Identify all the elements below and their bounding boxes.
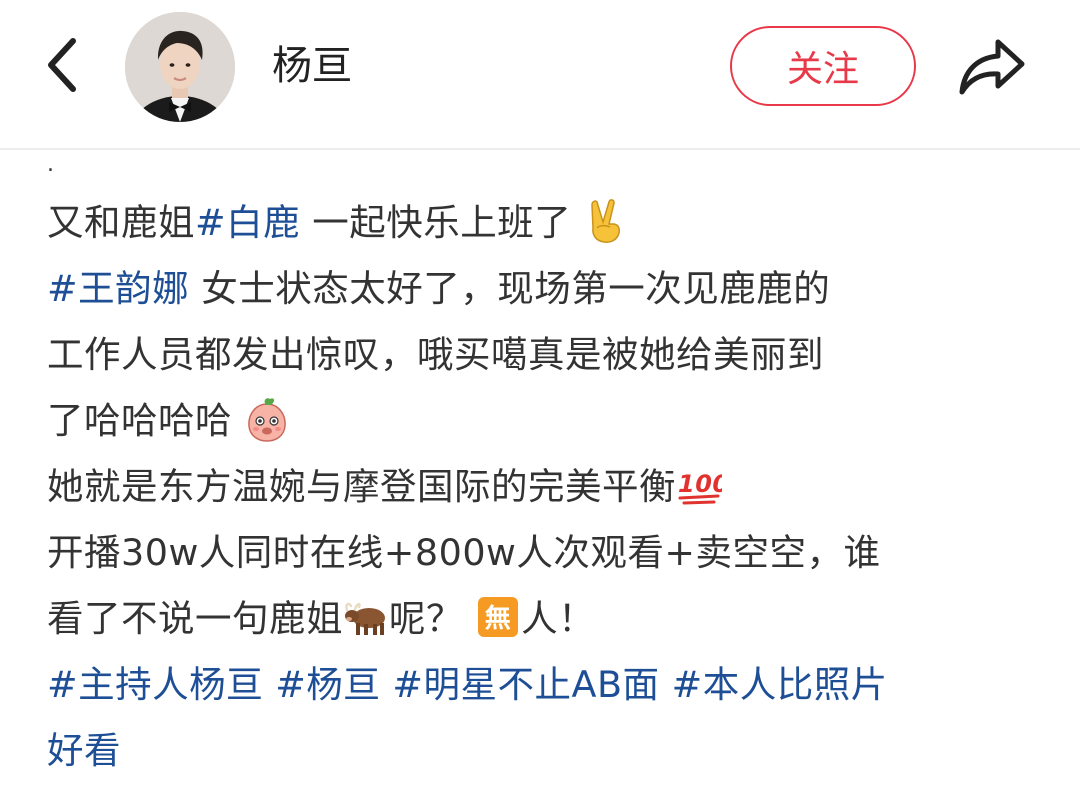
post-line: #王韵娜 女士状态太好了，现场第一次见鹿鹿的 bbox=[47, 256, 1047, 322]
post-text: 她就是东方温婉与摩登国际的完美平衡 bbox=[47, 465, 676, 508]
share-arrow-icon bbox=[959, 39, 1025, 95]
share-button[interactable] bbox=[950, 28, 1034, 104]
post-line: 工作人员都发出惊叹，哦买噶真是被她给美丽到 bbox=[47, 322, 1047, 388]
post-text: 呢？ bbox=[389, 597, 463, 640]
post-body: 又和鹿姐#白鹿 一起快乐上班了 #王韵娜 女士状态太好了，现场第一次见鹿鹿的 工… bbox=[47, 190, 1047, 784]
post-line: 开播30w人同时在线+800w人次观看+卖空空，谁 bbox=[47, 520, 1047, 586]
avatar-photo bbox=[125, 12, 235, 122]
victory-hand-emoji bbox=[591, 198, 621, 243]
hashtag-link[interactable]: #本人比照片 bbox=[672, 663, 888, 706]
post-text: 工作人员都发出惊叹，哦买噶真是被她给美丽到 bbox=[47, 333, 824, 376]
hashtag-link[interactable]: #主持人杨亘 bbox=[47, 663, 263, 706]
chevron-left-icon bbox=[48, 38, 76, 92]
hashtag-link[interactable]: #王韵娜 bbox=[47, 267, 189, 310]
post-text: 又和鹿姐 bbox=[47, 201, 195, 244]
post-line: 看了不说一句鹿姐 呢？ 無 人！ bbox=[47, 586, 1047, 652]
hashtag-link[interactable]: 好看 bbox=[47, 729, 121, 772]
post-text: 开播30w人同时在线+800w人次观看+卖空空，谁 bbox=[47, 531, 881, 574]
hashtag-link[interactable]: #杨亘 bbox=[275, 663, 380, 706]
peach-face-emoji bbox=[248, 397, 286, 442]
hundred-points-emoji: 100 bbox=[678, 470, 722, 504]
svg-text:100: 100 bbox=[678, 470, 722, 498]
post-text: 了哈哈哈哈 bbox=[47, 399, 232, 442]
post-line: 又和鹿姐#白鹿 一起快乐上班了 bbox=[47, 190, 1047, 256]
ox-emoji bbox=[345, 602, 385, 635]
follow-button[interactable]: 关注 bbox=[730, 26, 916, 106]
post-line: 了哈哈哈哈 bbox=[47, 388, 1047, 454]
no-sign-emoji: 無 bbox=[478, 596, 519, 637]
hashtag-link[interactable]: #明星不止AB面 bbox=[392, 663, 659, 706]
post-line: 她就是东方温婉与摩登国际的完美平衡 100 bbox=[47, 454, 1047, 520]
post-text: 女士状态太好了，现场第一次见鹿鹿的 bbox=[189, 267, 831, 310]
header-divider bbox=[0, 148, 1080, 150]
post-text: 一起快乐上班了 bbox=[300, 201, 572, 244]
post-text: 人！ bbox=[521, 597, 596, 640]
post-line: #主持人杨亘 #杨亘 #明星不止AB面 #本人比照片 bbox=[47, 652, 1047, 718]
hashtag-link[interactable]: #白鹿 bbox=[195, 201, 300, 244]
post-dot: . bbox=[47, 152, 54, 177]
top-bar: 杨亘 关注 bbox=[0, 0, 1080, 148]
post-line: 好看 bbox=[47, 718, 1047, 784]
username[interactable]: 杨亘 bbox=[272, 40, 352, 92]
avatar[interactable] bbox=[125, 12, 235, 122]
post-text: 看了不说一句鹿姐 bbox=[47, 597, 343, 640]
back-button[interactable] bbox=[30, 34, 92, 96]
svg-text:無: 無 bbox=[485, 604, 512, 634]
